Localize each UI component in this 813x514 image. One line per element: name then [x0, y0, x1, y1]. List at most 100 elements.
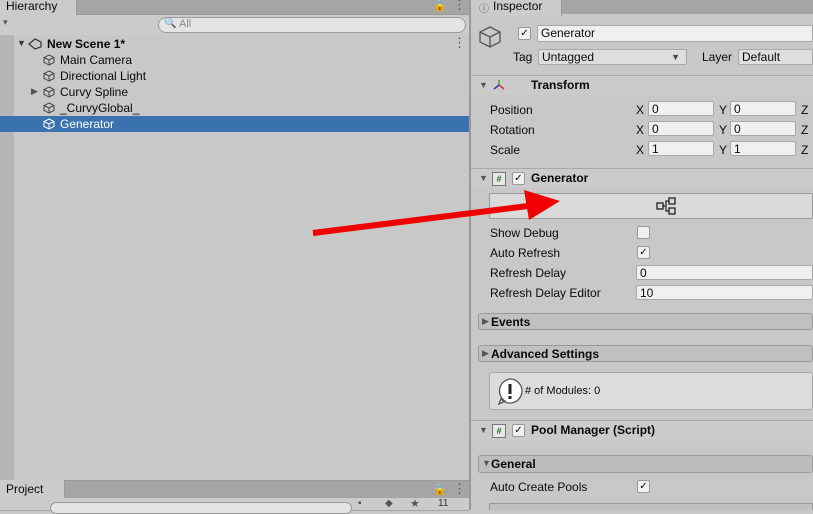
object-name-field[interactable]: Generator	[537, 25, 813, 42]
layer-dropdown[interactable]: Default	[738, 49, 813, 65]
hierarchy-item-selected[interactable]: Generator	[0, 116, 469, 132]
transform-header[interactable]: ▼ Transform	[471, 75, 813, 95]
label-icon[interactable]: ◆	[385, 498, 393, 509]
active-checkbox[interactable]: ✓	[518, 27, 531, 40]
auto-refresh-label: Auto Refresh	[490, 246, 561, 260]
general-foldout[interactable]: ▼ General	[478, 455, 813, 473]
y-label: Y	[719, 143, 728, 157]
tab-project-label: Project	[6, 482, 44, 496]
next-section	[489, 503, 813, 510]
fold-arrow-icon[interactable]: ▼	[479, 425, 488, 435]
y-label: Y	[719, 103, 728, 117]
hierarchy-item[interactable]: Directional Light	[0, 68, 469, 84]
search-icon: 🔍	[164, 18, 177, 29]
script-hash-icon: #	[492, 172, 506, 186]
tag-label: Tag	[513, 50, 533, 64]
hierarchy-item-label: Curvy Spline	[60, 85, 129, 99]
hierarchy-item[interactable]: Main Camera	[0, 52, 469, 68]
scale-x-field[interactable]: 1	[648, 141, 714, 156]
advanced-settings-label: Advanced Settings	[491, 347, 600, 361]
chevron-down-icon: ▼	[671, 52, 680, 62]
generator-title: Generator	[531, 171, 589, 185]
pool-manager-header[interactable]: ▼ # ✓ Pool Manager (Script)	[471, 420, 813, 440]
hierarchy-item[interactable]: ▶ Curvy Spline	[0, 84, 469, 100]
tag-dropdown[interactable]: Untagged ▼	[538, 49, 687, 65]
refresh-delay-label: Refresh Delay	[490, 266, 567, 280]
show-debug-label: Show Debug	[490, 226, 559, 240]
script-hash-icon: #	[492, 424, 506, 438]
gameobject-cube-icon	[43, 86, 55, 98]
rotation-label: Rotation	[490, 123, 535, 137]
expand-arrow-icon: ▶	[482, 348, 489, 358]
expand-arrow-icon[interactable]: ▶	[31, 86, 38, 97]
tab-project[interactable]: Project	[0, 480, 65, 498]
refresh-delay-field[interactable]: 0	[636, 265, 813, 280]
scene-row[interactable]: ▼ New Scene 1* ⋮	[0, 35, 469, 52]
x-label: X	[636, 123, 645, 137]
refresh-delay-editor-label: Refresh Delay Editor	[490, 286, 601, 300]
fold-arrow-icon[interactable]: ▼	[479, 80, 488, 90]
tab-hierarchy[interactable]: Hierarchy	[0, 0, 77, 16]
x-label: X	[636, 103, 645, 117]
modules-info-text: # of Modules: 0	[525, 385, 601, 397]
z-label: Z	[801, 143, 809, 157]
transform-axes-icon	[493, 80, 505, 90]
scale-y-field[interactable]: 1	[730, 141, 796, 156]
open-graph-button[interactable]	[489, 193, 813, 219]
hierarchy-search-input[interactable]: 🔍 All	[158, 17, 466, 33]
scene-name: New Scene 1*	[47, 37, 126, 51]
x-label: X	[636, 143, 645, 157]
scene-menu-icon[interactable]: ⋮	[453, 35, 466, 51]
create-dropdown-icon[interactable]: ▾	[3, 17, 8, 28]
kebab-menu-icon[interactable]: ⋮	[453, 481, 466, 497]
gameobject-cube-icon	[43, 118, 55, 130]
auto-create-pools-checkbox[interactable]: ✓	[637, 480, 650, 493]
hierarchy-item-label: Directional Light	[60, 69, 147, 83]
kebab-menu-icon[interactable]: ⋮	[453, 0, 466, 13]
layer-value: Default	[742, 50, 781, 64]
warning-bubble-icon	[497, 378, 523, 405]
rotation-x-field[interactable]: 0	[648, 121, 714, 136]
favorite-star-icon[interactable]: ★	[410, 497, 420, 510]
show-debug-checkbox[interactable]	[637, 226, 650, 239]
fold-arrow-icon[interactable]: ▼	[17, 38, 26, 48]
hierarchy-item-label: Generator	[60, 117, 115, 131]
expand-arrow-icon: ▶	[482, 316, 489, 326]
advanced-settings-foldout[interactable]: ▶ Advanced Settings	[478, 345, 813, 362]
position-x-field[interactable]: 0	[648, 101, 714, 116]
events-foldout[interactable]: ▶ Events	[478, 313, 813, 330]
tab-inspector-label: Inspector	[493, 0, 543, 13]
gameobject-cube-icon	[43, 102, 55, 114]
hierarchy-item-label: _CurvyGlobal_	[60, 101, 140, 115]
fold-arrow-icon[interactable]: ▼	[479, 173, 488, 183]
z-label: Z	[801, 123, 809, 137]
z-label: Z	[801, 103, 809, 117]
hierarchy-item[interactable]: _CurvyGlobal_	[0, 100, 469, 116]
lock-icon[interactable]: 🔒	[433, 0, 447, 12]
y-label: Y	[719, 123, 728, 137]
lock-icon[interactable]: 🔒	[433, 483, 447, 496]
tab-hierarchy-label: Hierarchy	[6, 0, 58, 13]
generator-header[interactable]: ▼ # ✓ Generator	[471, 168, 813, 188]
position-y-field[interactable]: 0	[730, 101, 796, 116]
events-label: Events	[491, 315, 531, 329]
layer-label: Layer	[702, 50, 733, 64]
pool-manager-enabled-checkbox[interactable]: ✓	[512, 424, 525, 437]
tab-inspector[interactable]: ⓘ Inspector	[471, 0, 562, 16]
filter-icon[interactable]: ▪	[358, 498, 362, 509]
info-icon: ⓘ	[479, 4, 489, 15]
pool-manager-title: Pool Manager (Script)	[531, 423, 656, 437]
generator-enabled-checkbox[interactable]: ✓	[512, 172, 525, 185]
refresh-delay-editor-field[interactable]: 10	[636, 285, 813, 300]
unity-scene-icon	[28, 38, 42, 50]
auto-refresh-checkbox[interactable]: ✓	[637, 246, 650, 259]
position-label: Position	[490, 103, 533, 117]
rotation-y-field[interactable]: 0	[730, 121, 796, 136]
graph-editor-icon	[656, 197, 676, 215]
search-placeholder: All	[179, 18, 192, 30]
project-search-input[interactable]	[50, 502, 352, 514]
scale-label: Scale	[490, 143, 521, 157]
auto-create-pools-label: Auto Create Pools	[490, 480, 588, 494]
fold-arrow-icon: ▼	[482, 458, 491, 468]
hierarchy-item-label: Main Camera	[60, 53, 133, 67]
